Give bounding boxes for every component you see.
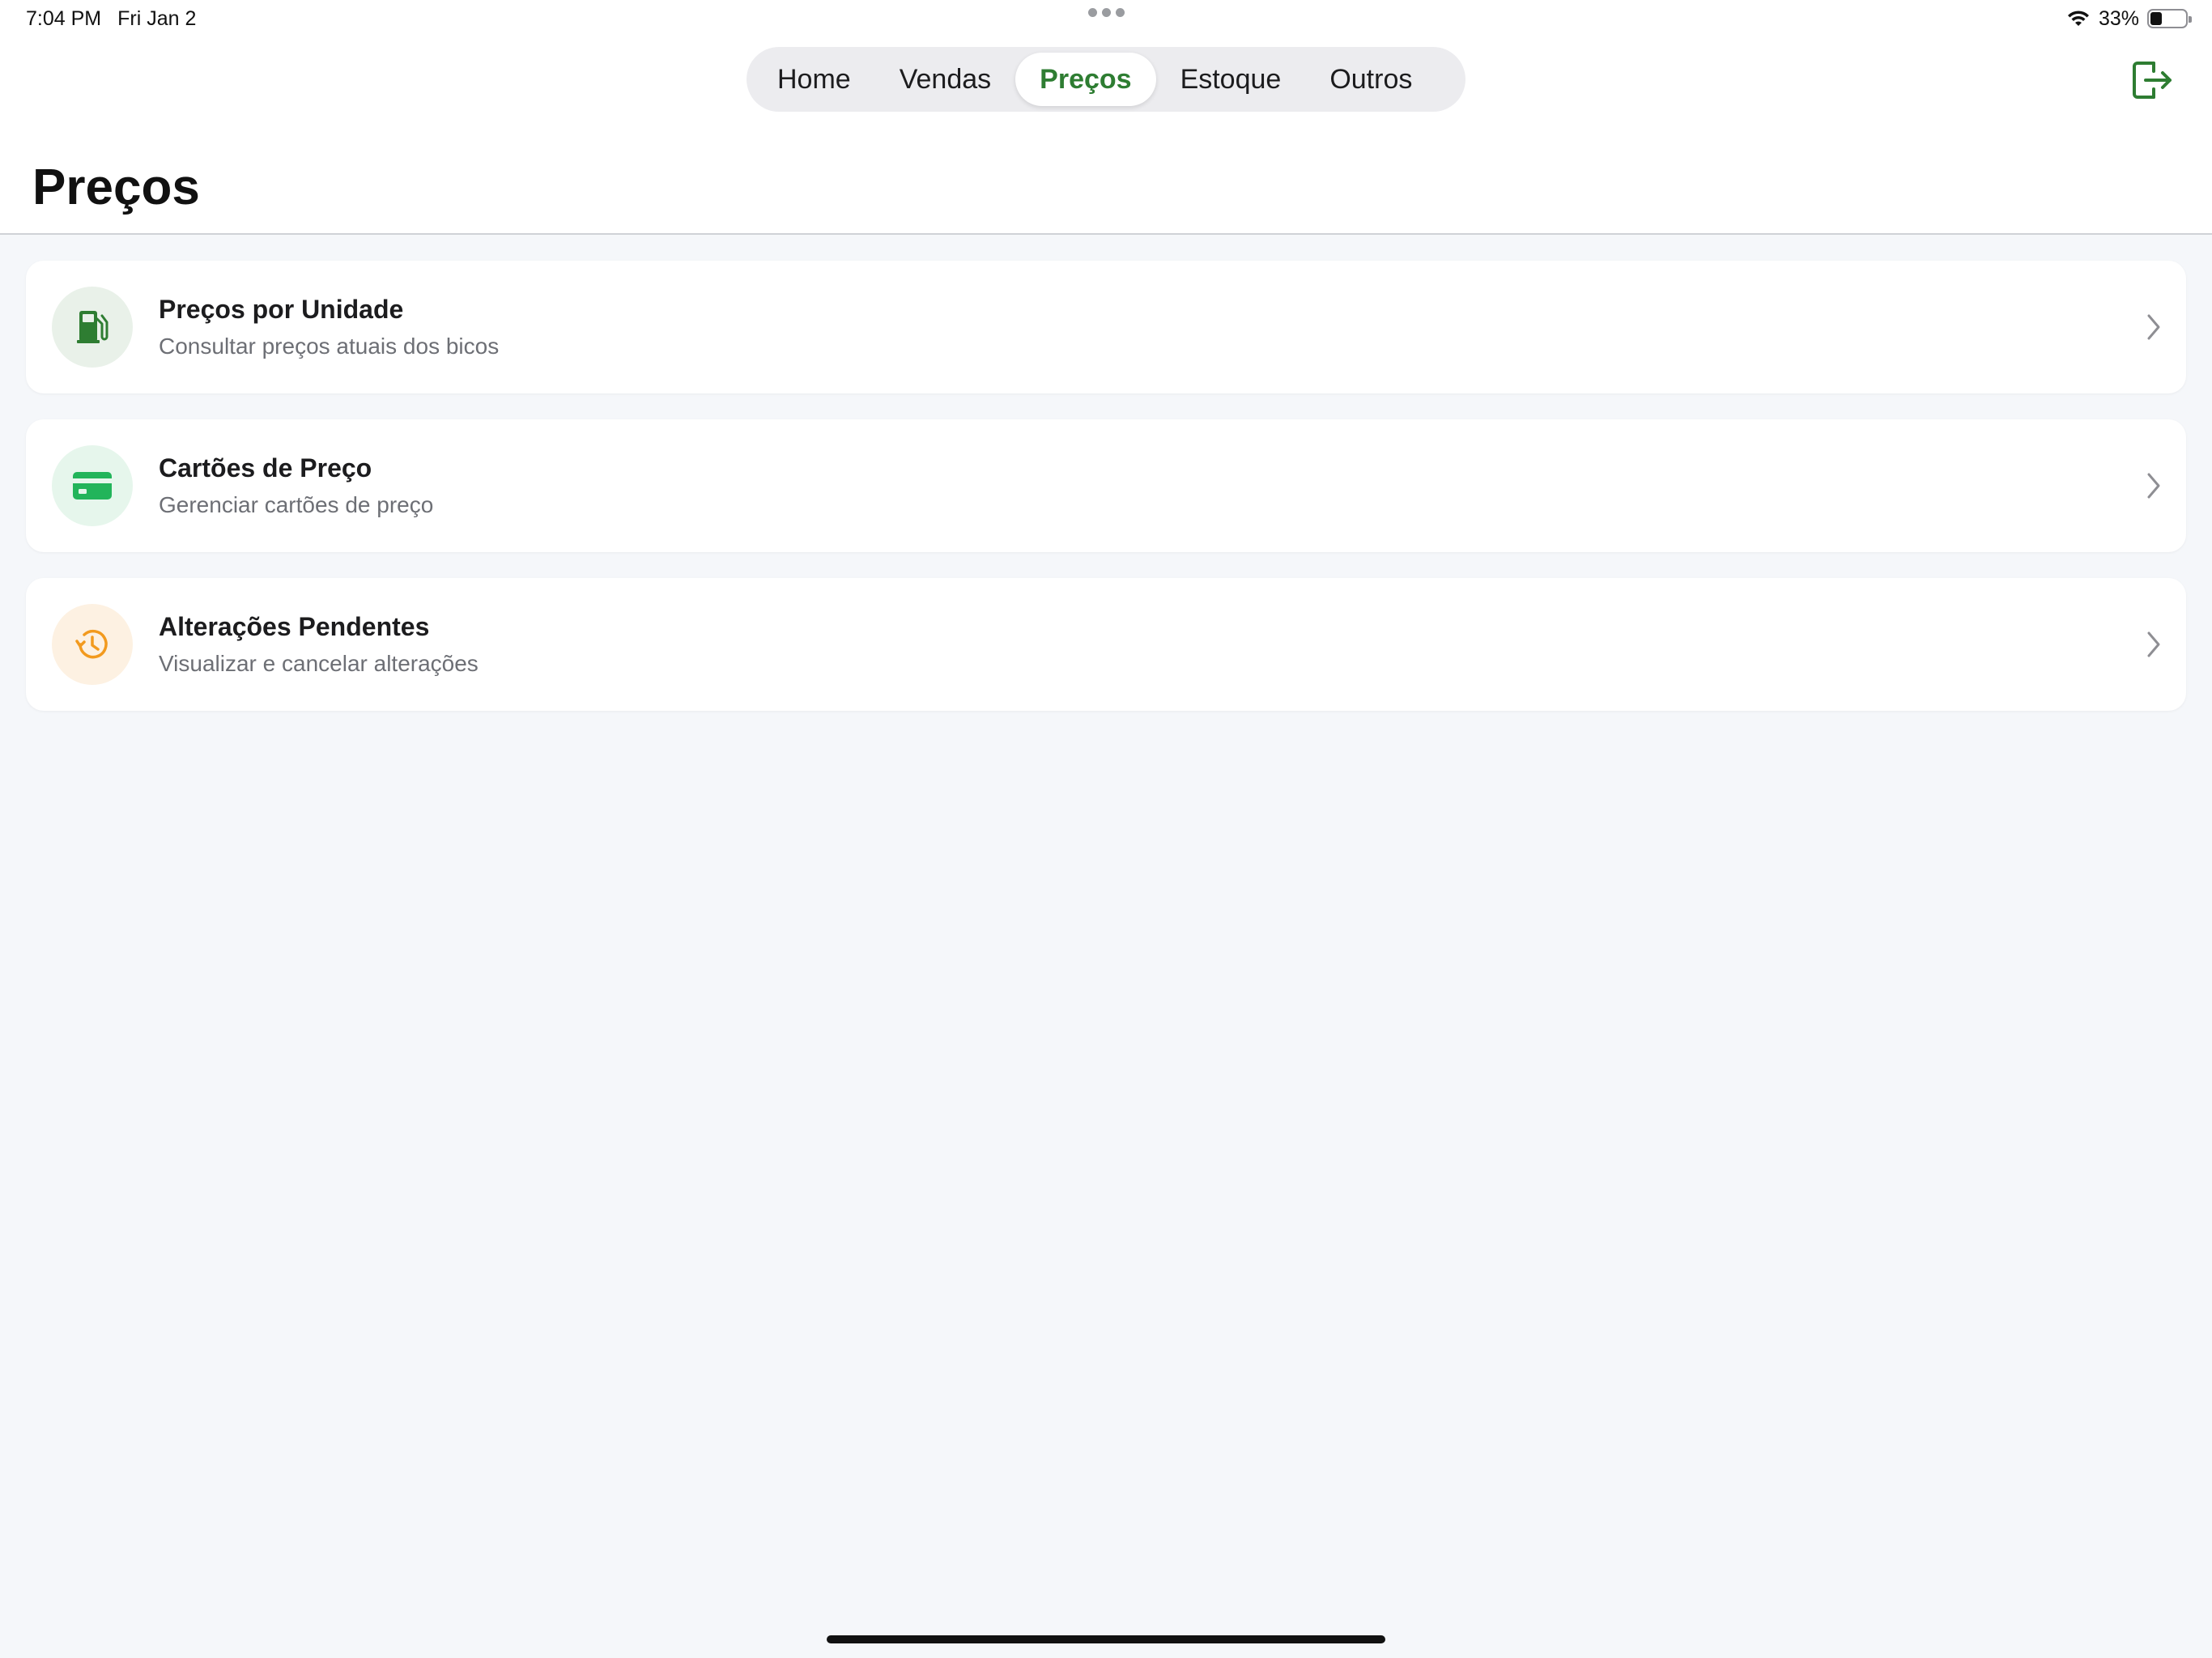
tab-outros[interactable]: Outros — [1305, 53, 1436, 106]
home-indicator[interactable] — [827, 1635, 1385, 1643]
status-time: 7:04 PM — [26, 6, 102, 30]
tab-label: Outros — [1329, 63, 1413, 95]
card-title: Preços por Unidade — [159, 295, 404, 324]
tab-bar: Home Vendas Preços Estoque Outros — [747, 47, 1465, 112]
credit-card-icon — [73, 472, 112, 500]
tab-label: Vendas — [899, 63, 992, 95]
chevron-right-icon — [2147, 473, 2160, 499]
tab-home[interactable]: Home — [753, 53, 875, 106]
menu-item-alteracoes-pendentes[interactable]: Alterações Pendentes Visualizar e cancel… — [26, 578, 2186, 711]
menu-item-cartoes-de-preco[interactable]: Cartões de Preço Gerenciar cartões de pr… — [26, 419, 2186, 552]
card-icon-circle — [52, 287, 133, 368]
card-subtitle: Gerenciar cartões de preço — [159, 492, 434, 517]
card-subtitle: Visualizar e cancelar alterações — [159, 651, 479, 676]
card-title: Alterações Pendentes — [159, 612, 430, 641]
page-title: Preços — [32, 159, 200, 215]
tab-vendas[interactable]: Vendas — [875, 53, 1015, 106]
card-title: Cartões de Preço — [159, 453, 372, 483]
app-screen: 7:04 PM Fri Jan 2 33% Home Vendas Preços… — [0, 0, 2212, 1658]
card-icon-circle — [52, 604, 133, 685]
header: 7:04 PM Fri Jan 2 33% Home Vendas Preços… — [0, 0, 2212, 235]
tab-estoque[interactable]: Estoque — [1156, 53, 1306, 106]
battery-fill — [2150, 12, 2162, 25]
status-date: Fri Jan 2 — [117, 6, 197, 30]
history-clock-icon — [75, 629, 108, 659]
fuel-pump-icon — [77, 311, 108, 343]
tab-precos[interactable]: Preços — [1015, 53, 1156, 106]
tab-label: Home — [777, 63, 851, 95]
chevron-right-icon — [2147, 631, 2160, 657]
status-bar-right: 33% — [2066, 5, 2192, 32]
battery-icon — [2147, 9, 2192, 28]
card-subtitle: Consultar preços atuais dos bicos — [159, 334, 500, 359]
battery-percent: 33% — [2098, 6, 2139, 30]
tab-label: Preços — [1040, 63, 1132, 95]
logout-icon[interactable] — [2129, 58, 2175, 102]
card-icon-circle — [52, 445, 133, 526]
chevron-right-icon — [2147, 314, 2160, 340]
multitasking-dots-icon[interactable] — [1088, 8, 1125, 17]
menu-item-precos-por-unidade[interactable]: Preços por Unidade Consultar preços atua… — [26, 261, 2186, 393]
tab-label: Estoque — [1180, 63, 1282, 95]
wifi-icon — [2067, 11, 2089, 26]
status-bar-left: 7:04 PM Fri Jan 2 — [26, 5, 196, 32]
